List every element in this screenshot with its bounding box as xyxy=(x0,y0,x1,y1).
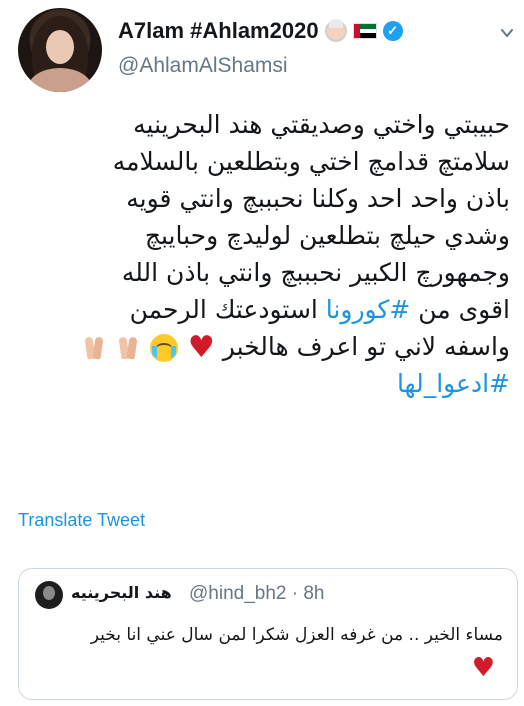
quoted-tweet-text: مساء الخير .. من غرفه العزل شكرا لمن سال… xyxy=(90,625,503,645)
translate-tweet-link[interactable]: Translate Tweet xyxy=(18,510,145,531)
red-heart-emoji: ♥ xyxy=(471,653,495,683)
author-handle[interactable]: @AhlamAlShamsi xyxy=(118,54,403,78)
tweet-line: سلامتچ قدامچ اختي وبتطلعين بالسلامه xyxy=(112,147,510,176)
woman-with-veil-emoji xyxy=(324,19,347,42)
tweet-line: وجمهورچ الكبير نحبببچ وانتي باذن الله xyxy=(121,258,510,287)
tweet-line-with-emojis: واسفه لاني تو اعرف هالخبر xyxy=(10,328,510,368)
tweet-line-6-end: استودعتك الرحمن xyxy=(129,295,318,324)
verified-badge-icon: ✓ xyxy=(382,21,403,41)
pray-emoji xyxy=(116,335,140,361)
uae-flag-emoji xyxy=(352,23,377,39)
avatar-face xyxy=(46,30,74,64)
tweet-text: حبيبتي واختي وصديقتي هند البحرينيه سلامت… xyxy=(10,106,510,402)
tweet-line: باذن واحد احد وكلنا نحبببچ وانتي قويه xyxy=(126,184,510,213)
tweet-line: وشدي حيلچ بتطلعين لوليدچ وحبايبچ xyxy=(144,221,510,250)
author-display-name[interactable]: A7lam #Ahlam2020 xyxy=(118,18,319,44)
author-display-name-row[interactable]: A7lam #Ahlam2020 ✓ xyxy=(118,18,403,44)
author-names: A7lam #Ahlam2020 ✓ @AhlamAlShamsi xyxy=(118,18,403,78)
hashtag-corona-link[interactable]: #كورونا xyxy=(326,295,411,324)
tweet-line-6-start: اقوى من xyxy=(418,295,510,324)
quoted-tweet-card[interactable]: هند البحرينيه @hind_bh2 · 8h مساء الخير … xyxy=(18,568,518,700)
chevron-down-icon[interactable] xyxy=(500,26,514,40)
broken-heart-emoji xyxy=(188,328,215,368)
quoted-author-name: هند البحرينيه xyxy=(71,583,172,602)
tweet-line-7-text: واسفه لاني تو اعرف هالخبر xyxy=(222,332,510,361)
quoted-author-avatar xyxy=(35,581,63,609)
tweet-header: A7lam #Ahlam2020 ✓ @AhlamAlShamsi xyxy=(18,8,518,98)
pray-emoji xyxy=(82,335,106,361)
quoted-handle-time: @hind_bh2 · 8h xyxy=(189,583,325,604)
tweet-line: حبيبتي واختي وصديقتي هند البحرينيه xyxy=(133,110,510,139)
author-avatar[interactable] xyxy=(18,8,102,92)
hashtag-line: #ادعوا_لها xyxy=(10,365,510,402)
hashtag-pray-for-her-link[interactable]: #ادعوا_لها xyxy=(397,369,510,398)
crying-face-emoji xyxy=(149,334,178,362)
tweet-line-with-hashtag: اقوى من #كورونا استودعتك الرحمن xyxy=(10,291,510,328)
